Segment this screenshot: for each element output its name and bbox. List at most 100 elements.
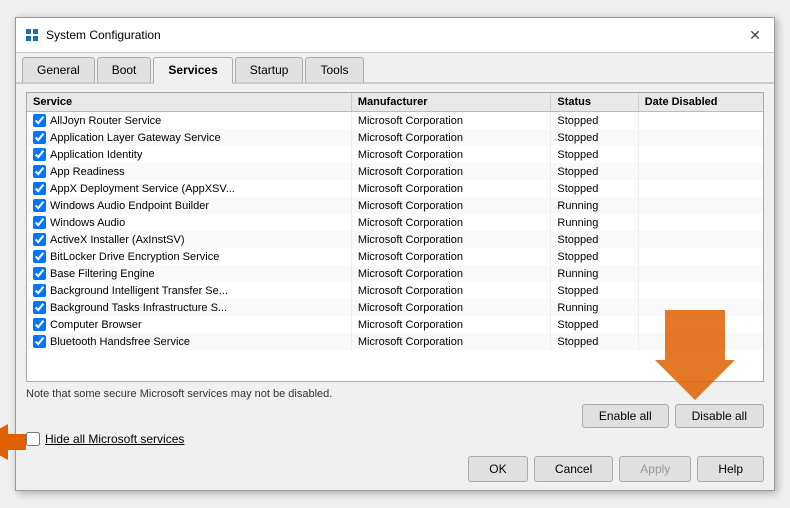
tab-general[interactable]: General: [22, 57, 95, 82]
service-manufacturer: Microsoft Corporation: [351, 163, 551, 180]
dialog-buttons: OK Cancel Apply Help: [26, 456, 764, 482]
service-date-disabled: [638, 248, 763, 265]
tab-bar: General Boot Services Startup Tools: [16, 53, 774, 84]
service-name: ActiveX Installer (AxInstSV): [50, 234, 185, 246]
table-header-row: Service Manufacturer Status Date Disable…: [27, 93, 763, 112]
table-row[interactable]: BitLocker Drive Encryption Service Micros…: [27, 248, 763, 265]
service-checkbox-9[interactable]: [33, 267, 46, 280]
header-status[interactable]: Status: [551, 93, 638, 112]
help-button[interactable]: Help: [697, 456, 764, 482]
service-checkbox-12[interactable]: [33, 318, 46, 331]
service-status: Stopped: [551, 112, 638, 130]
service-name: Windows Audio Endpoint Builder: [50, 200, 209, 212]
service-status: Running: [551, 299, 638, 316]
service-checkbox-1[interactable]: [33, 131, 46, 144]
service-date-disabled: [638, 282, 763, 299]
table-row[interactable]: Background Intelligent Transfer Se...Mic…: [27, 282, 763, 299]
tab-services[interactable]: Services: [153, 57, 232, 84]
service-checkbox-4[interactable]: [33, 182, 46, 195]
service-name: App Readiness: [50, 166, 125, 178]
service-name: Background Tasks Infrastructure S...: [50, 302, 227, 314]
hide-microsoft-services-row: Hide all Microsoft services: [26, 432, 184, 446]
service-manufacturer: Microsoft Corporation: [351, 146, 551, 163]
service-date-disabled: [638, 129, 763, 146]
close-button[interactable]: ✕: [744, 24, 766, 46]
service-manufacturer: Microsoft Corporation: [351, 231, 551, 248]
service-checkbox-5[interactable]: [33, 199, 46, 212]
service-status: Stopped: [551, 333, 638, 350]
service-date-disabled: [638, 112, 763, 130]
table-row[interactable]: AllJoyn Router Service Microsoft Corporat…: [27, 112, 763, 130]
service-date-disabled: [638, 333, 763, 350]
system-configuration-window: System Configuration ✕ General Boot Serv…: [15, 17, 775, 491]
service-status: Stopped: [551, 180, 638, 197]
service-checkbox-2[interactable]: [33, 148, 46, 161]
table-row[interactable]: Application Layer Gateway ServiceMicroso…: [27, 129, 763, 146]
service-checkbox-3[interactable]: [33, 165, 46, 178]
service-status: Stopped: [551, 248, 638, 265]
service-name: BitLocker Drive Encryption Service: [50, 251, 219, 263]
service-status: Stopped: [551, 282, 638, 299]
service-date-disabled: [638, 316, 763, 333]
service-name: Computer Browser: [50, 319, 142, 331]
table-row[interactable]: Windows Audio Endpoint BuilderMicrosoft …: [27, 197, 763, 214]
services-table: Service Manufacturer Status Date Disable…: [27, 93, 763, 350]
tab-content: Service Manufacturer Status Date Disable…: [16, 84, 774, 490]
table-row[interactable]: Windows AudioMicrosoft CorporationRunnin…: [27, 214, 763, 231]
services-table-container[interactable]: Service Manufacturer Status Date Disable…: [26, 92, 764, 382]
services-note: Note that some secure Microsoft services…: [26, 388, 764, 400]
header-date-disabled[interactable]: Date Disabled: [638, 93, 763, 112]
service-checkbox-8[interactable]: [33, 250, 46, 263]
tab-startup[interactable]: Startup: [235, 57, 304, 82]
orange-arrow-left: [0, 424, 26, 463]
service-checkbox-10[interactable]: [33, 284, 46, 297]
service-name: Bluetooth Handsfree Service: [50, 336, 190, 348]
table-row[interactable]: AppX Deployment Service (AppXSV...Micros…: [27, 180, 763, 197]
cancel-button[interactable]: Cancel: [534, 456, 613, 482]
service-date-disabled: [638, 197, 763, 214]
table-row[interactable]: Computer Browser Microsoft CorporationSto…: [27, 316, 763, 333]
hide-microsoft-services-label: Hide all Microsoft services: [45, 432, 184, 446]
ok-button[interactable]: OK: [468, 456, 528, 482]
window-title: System Configuration: [46, 28, 161, 42]
window-icon: [24, 27, 40, 43]
table-row[interactable]: Application IdentityMicrosoft Corporatio…: [27, 146, 763, 163]
service-manufacturer: Microsoft Corporation: [351, 333, 551, 350]
service-status: Running: [551, 265, 638, 282]
service-manufacturer: Microsoft Corporation: [351, 299, 551, 316]
bottom-actions: Hide all Microsoft services: [26, 428, 764, 446]
tab-tools[interactable]: Tools: [305, 57, 363, 82]
apply-button[interactable]: Apply: [619, 456, 691, 482]
service-manufacturer: Microsoft Corporation: [351, 316, 551, 333]
table-row[interactable]: Base Filtering EngineMicrosoft Corporati…: [27, 265, 763, 282]
service-manufacturer: Microsoft Corporation: [351, 248, 551, 265]
table-row[interactable]: Background Tasks Infrastructure S... Micr…: [27, 299, 763, 316]
service-date-disabled: [638, 180, 763, 197]
service-manufacturer: Microsoft Corporation: [351, 180, 551, 197]
service-manufacturer: Microsoft Corporation: [351, 265, 551, 282]
hide-microsoft-services-checkbox[interactable]: [26, 432, 40, 446]
service-date-disabled: [638, 214, 763, 231]
service-checkbox-6[interactable]: [33, 216, 46, 229]
service-checkbox-11[interactable]: [33, 301, 46, 314]
tab-boot[interactable]: Boot: [97, 57, 152, 82]
header-manufacturer[interactable]: Manufacturer: [351, 93, 551, 112]
service-status: Stopped: [551, 316, 638, 333]
service-name: AllJoyn Router Service: [50, 115, 161, 127]
enable-all-button[interactable]: Enable all: [582, 404, 669, 428]
service-status: Running: [551, 197, 638, 214]
service-date-disabled: [638, 265, 763, 282]
disable-all-button[interactable]: Disable all: [675, 404, 764, 428]
service-checkbox-0[interactable]: [33, 114, 46, 127]
service-checkbox-7[interactable]: [33, 233, 46, 246]
table-row[interactable]: Bluetooth Handsfree Service Microsoft Cor…: [27, 333, 763, 350]
table-row[interactable]: ActiveX Installer (AxInstSV) Microsoft Co…: [27, 231, 763, 248]
service-status: Running: [551, 214, 638, 231]
header-service[interactable]: Service: [27, 93, 351, 112]
service-name: Application Layer Gateway Service: [50, 132, 221, 144]
service-manufacturer: Microsoft Corporation: [351, 112, 551, 130]
service-manufacturer: Microsoft Corporation: [351, 214, 551, 231]
service-manufacturer: Microsoft Corporation: [351, 282, 551, 299]
table-row[interactable]: App ReadinessMicrosoft CorporationStoppe…: [27, 163, 763, 180]
service-checkbox-13[interactable]: [33, 335, 46, 348]
